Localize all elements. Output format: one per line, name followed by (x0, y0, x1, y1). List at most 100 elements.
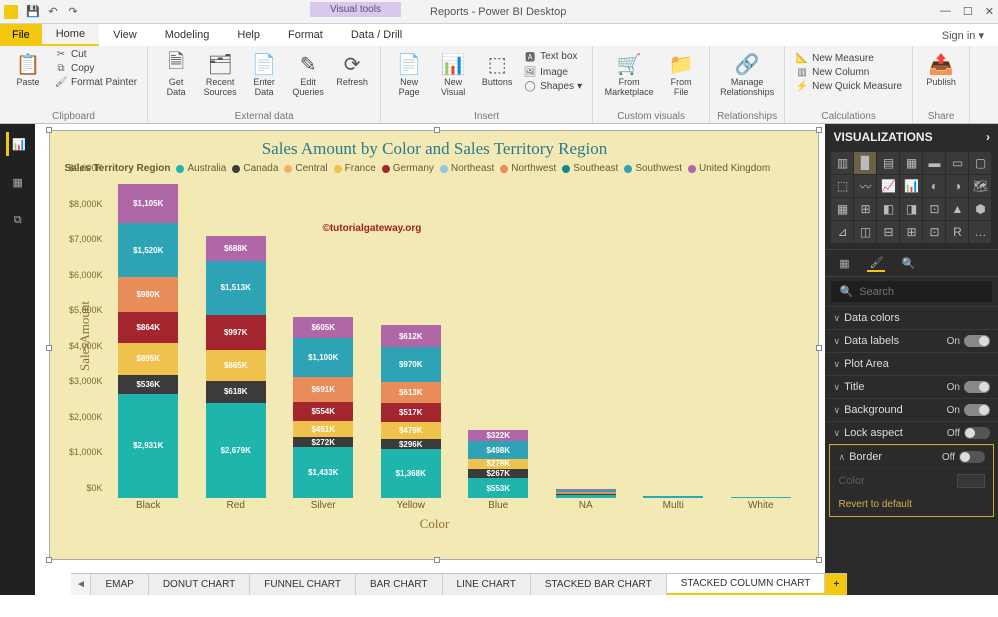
visual-type-button[interactable]: ▲ (946, 198, 968, 220)
legend-item[interactable]: Canada (232, 163, 278, 174)
visual-type-button[interactable]: ⬚ (831, 175, 853, 197)
bar-segment[interactable]: $2,931K (118, 394, 178, 498)
legend-item[interactable]: Central (284, 163, 327, 174)
format-tab-icon[interactable]: 🖌 (867, 254, 885, 272)
property-row[interactable]: ∨Data labelsOn (825, 329, 998, 352)
bar-segment[interactable]: $536K (118, 375, 178, 394)
file-tab[interactable]: File (0, 24, 42, 46)
visual-type-button[interactable]: R (946, 221, 968, 243)
bar-column[interactable]: $1,433K$272K$451K$554K$691K$1,100K$605K (279, 317, 367, 498)
visual-type-button[interactable]: ◑ (946, 175, 968, 197)
recent-sources-button[interactable]: 🗂Recent Sources (198, 48, 242, 100)
bar-segment[interactable]: $618K (206, 381, 266, 403)
bar-segment[interactable] (556, 495, 616, 498)
border-color-row[interactable]: Color (830, 468, 993, 493)
legend-item[interactable]: Southwest (624, 163, 682, 174)
legend-item[interactable]: Southeast (562, 163, 618, 174)
page-tab[interactable]: LINE CHART (443, 574, 531, 595)
bar-segment[interactable]: $613K (381, 382, 441, 404)
format-search[interactable]: 🔍 (831, 281, 992, 302)
property-toggle[interactable] (964, 404, 990, 416)
property-row[interactable]: ∨Plot Area (825, 352, 998, 375)
visual-type-button[interactable]: ▦ (831, 198, 853, 220)
new-visual-button[interactable]: 📊New Visual (431, 48, 475, 100)
page-tab[interactable]: STACKED COLUMN CHART (667, 574, 826, 595)
refresh-button[interactable]: ⟳Refresh (330, 48, 374, 90)
bar-column[interactable]: $1,368K$296K$479K$517K$613K$970K$612K (367, 325, 455, 498)
shapes-button[interactable]: ◯Shapes ▾ (523, 80, 582, 93)
bar-segment[interactable]: $691K (293, 377, 353, 402)
fields-tab-icon[interactable]: ▦ (835, 254, 853, 272)
add-page-button[interactable]: + (825, 574, 847, 595)
legend-item[interactable]: Northwest (500, 163, 556, 174)
visual-type-button[interactable]: ⊡ (923, 221, 945, 243)
enter-data-button[interactable]: 📄Enter Data (242, 48, 286, 100)
stacked-column-chart-visual[interactable]: Sales Amount by Color and Sales Territor… (49, 130, 819, 560)
visual-type-button[interactable]: 〰 (854, 175, 876, 197)
bar-segment[interactable]: $278K (468, 459, 528, 469)
bar-segment[interactable]: $1,433K (293, 447, 353, 498)
page-tab[interactable]: BAR CHART (356, 574, 443, 595)
new-quick-measure-button[interactable]: ⚡New Quick Measure (795, 80, 902, 93)
paste-button[interactable]: 📋Paste (6, 48, 50, 90)
bar-column[interactable] (542, 489, 630, 498)
bar-column[interactable]: $2,931K$536K$895K$864K$980K$1,520K$1,105… (104, 184, 192, 498)
bar-segment[interactable]: $865K (206, 350, 266, 381)
bar-column[interactable] (629, 496, 717, 498)
new-column-button[interactable]: ▥New Column (795, 66, 902, 79)
property-row[interactable]: ∨Data colors (825, 306, 998, 329)
copy-button[interactable]: ⧉Copy (54, 62, 137, 75)
view-tab[interactable]: View (99, 25, 151, 45)
visual-type-button[interactable]: ⬢ (969, 198, 991, 220)
edit-queries-button[interactable]: ✎Edit Queries (286, 48, 330, 100)
visual-type-button[interactable]: 📊 (900, 175, 922, 197)
property-row[interactable]: ∨Lock aspectOff (825, 421, 998, 444)
page-tabs-prev-icon[interactable]: ◄ (71, 574, 91, 595)
visual-type-button[interactable]: ▉ (854, 152, 876, 174)
bar-segment[interactable]: $970K (381, 347, 441, 381)
get-data-button[interactable]: 🗎Get Data (154, 48, 198, 100)
data-view-icon[interactable]: ▦ (6, 170, 30, 194)
bar-column[interactable]: $2,679K$618K$865K$997K$1,513K$688K (192, 236, 280, 498)
legend-item[interactable]: Australia (176, 163, 226, 174)
model-view-icon[interactable]: ⧉ (6, 208, 30, 232)
from-file-button[interactable]: 📁From File (659, 48, 703, 100)
legend-item[interactable]: United Kingdom (688, 163, 770, 174)
bar-segment[interactable] (731, 497, 791, 498)
bar-segment[interactable]: $864K (118, 312, 178, 343)
bar-segment[interactable]: $554K (293, 402, 353, 422)
minimize-icon[interactable]: — (940, 5, 951, 18)
page-tab[interactable]: DONUT CHART (149, 574, 250, 595)
bar-segment[interactable]: $498K (468, 441, 528, 459)
textbox-button[interactable]: 🅰Text box (523, 48, 582, 65)
visual-type-button[interactable]: ◫ (854, 221, 876, 243)
search-input[interactable] (859, 286, 984, 298)
visual-type-button[interactable]: ⊞ (854, 198, 876, 220)
new-measure-button[interactable]: 📐New Measure (795, 52, 902, 65)
visual-type-button[interactable]: … (969, 221, 991, 243)
home-tab[interactable]: Home (42, 24, 99, 46)
format-tab[interactable]: Format (274, 25, 337, 45)
page-tab[interactable]: STACKED BAR CHART (531, 574, 667, 595)
property-toggle[interactable] (964, 381, 990, 393)
sign-in-link[interactable]: Sign in ▾ (942, 29, 998, 42)
legend-item[interactable]: France (334, 163, 376, 174)
bar-segment[interactable]: $997K (206, 315, 266, 350)
visual-type-button[interactable]: ⊡ (923, 198, 945, 220)
visual-type-button[interactable]: ▦ (900, 152, 922, 174)
cut-button[interactable]: ✂Cut (54, 48, 137, 61)
visual-type-button[interactable]: 📈 (877, 175, 899, 197)
visual-type-button[interactable]: ▤ (877, 152, 899, 174)
report-view-icon[interactable]: 📊 (6, 132, 30, 156)
chevron-right-icon[interactable]: › (986, 130, 990, 144)
bar-segment[interactable]: $1,368K (381, 449, 441, 498)
legend-item[interactable]: Northeast (440, 163, 494, 174)
visualizations-header[interactable]: VISUALIZATIONS› (825, 124, 998, 150)
legend-item[interactable]: Germany (382, 163, 434, 174)
help-tab[interactable]: Help (223, 25, 274, 45)
property-toggle[interactable] (964, 335, 990, 347)
bar-segment[interactable]: $451K (293, 421, 353, 437)
visual-type-button[interactable]: ▥ (831, 152, 853, 174)
format-painter-button[interactable]: 🖌Format Painter (54, 76, 137, 89)
visual-type-button[interactable]: ⊟ (877, 221, 899, 243)
